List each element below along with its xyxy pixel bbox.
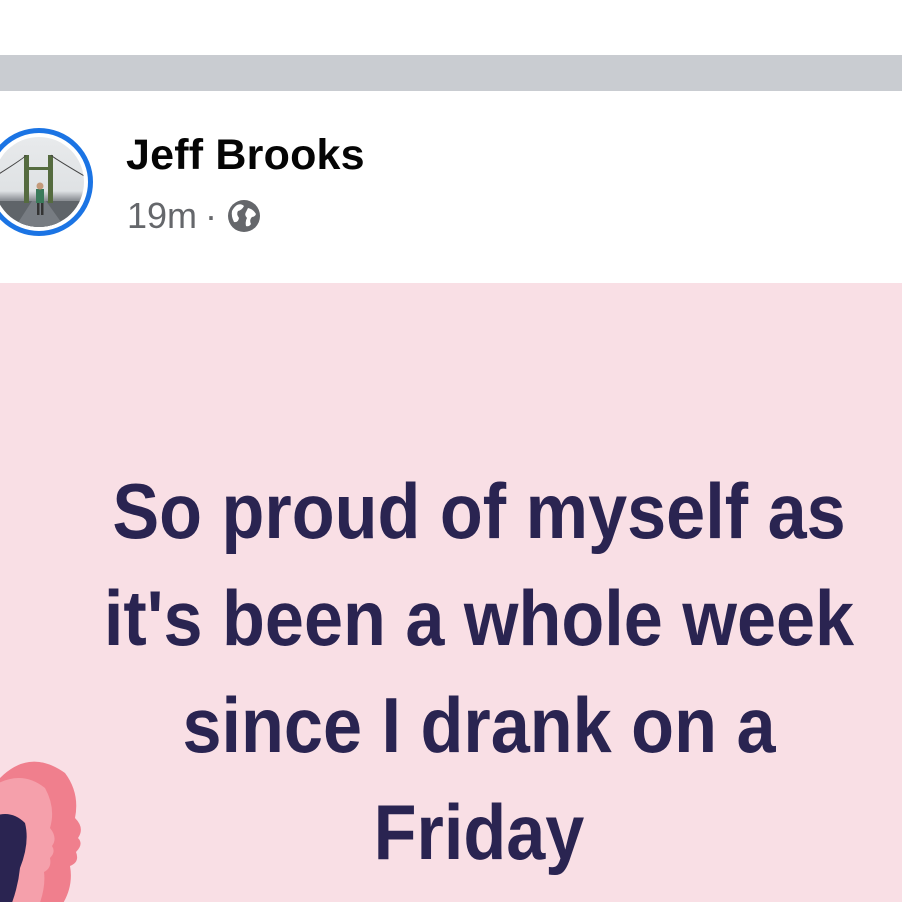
bridge-photo-icon (0, 154, 84, 227)
post-background[interactable]: So proud of myself as it's been a whole … (0, 283, 902, 902)
top-bar (0, 0, 902, 55)
post-text: So proud of myself as it's been a whole … (103, 467, 855, 876)
avatar[interactable] (0, 128, 93, 236)
post-header: Jeff Brooks 19m · (0, 91, 902, 283)
feed-divider (0, 55, 902, 91)
post-meta: 19m · (127, 195, 263, 237)
post-timestamp[interactable]: 19m (127, 195, 197, 237)
globe-icon[interactable] (225, 197, 263, 235)
avatar-photo (0, 137, 84, 227)
meta-separator: · (205, 195, 218, 236)
author-name[interactable]: Jeff Brooks (126, 131, 365, 180)
